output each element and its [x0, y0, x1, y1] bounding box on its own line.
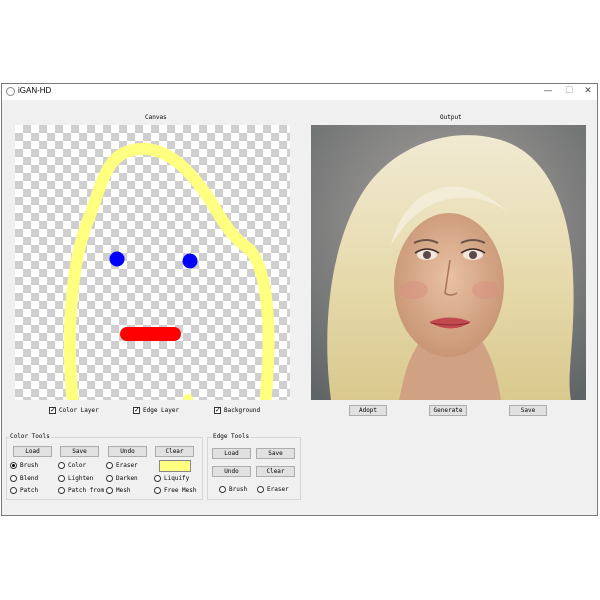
- radio-dot: [58, 487, 65, 494]
- adopt-button[interactable]: Adopt: [349, 405, 387, 416]
- eye-left: [109, 251, 125, 267]
- sketch-layer: [63, 142, 275, 400]
- output-heading: Output: [440, 114, 462, 121]
- color-tools-title: Color Tools: [9, 433, 51, 440]
- app-icon: [6, 87, 15, 96]
- edge-brush-radio[interactable]: Brush: [219, 486, 247, 493]
- free-mesh-label: Free Mesh: [164, 487, 197, 494]
- radio-dot: [10, 475, 17, 482]
- edge-eraser-radio[interactable]: Eraser: [257, 486, 289, 493]
- checkbox-box: ✓: [214, 406, 221, 414]
- lighten-radio[interactable]: Lighten: [58, 475, 93, 482]
- liquify-label: Liquify: [164, 475, 190, 482]
- darken-label: Darken: [116, 475, 138, 482]
- radio-dot: [58, 475, 65, 482]
- checkbox-box: ✓: [133, 406, 140, 414]
- edge-save-button[interactable]: Save: [256, 448, 295, 459]
- edge-undo-button[interactable]: Undo: [212, 466, 251, 477]
- outline-stroke: [63, 142, 275, 400]
- radio-dot: [106, 475, 113, 482]
- radio-dot: [154, 475, 161, 482]
- brush-radio[interactable]: Brush: [10, 462, 38, 469]
- radio-dot: [58, 462, 65, 469]
- radio-dot: [10, 462, 17, 469]
- radio-dot: [106, 487, 113, 494]
- eraser-radio[interactable]: Eraser: [106, 462, 138, 469]
- radio-dot: [219, 486, 226, 493]
- mesh-radio[interactable]: Mesh: [106, 487, 130, 494]
- color-label: Color: [68, 462, 87, 469]
- color-save-button[interactable]: Save: [60, 446, 99, 457]
- mesh-label: Mesh: [116, 487, 131, 494]
- generate-button[interactable]: Generate: [429, 405, 467, 416]
- brush-label: Brush: [20, 462, 39, 469]
- canvas-heading: Canvas: [145, 114, 167, 121]
- blend-label: Blend: [20, 475, 39, 482]
- patch-label: Patch: [20, 487, 39, 494]
- close-icon[interactable]: ✕: [581, 85, 595, 98]
- stray-dot: [183, 394, 193, 400]
- edge-clear-button[interactable]: Clear: [256, 466, 295, 477]
- checkbox-box: ✓: [49, 406, 56, 414]
- background-checkbox[interactable]: ✓ Background: [214, 407, 260, 414]
- patch-radio[interactable]: Patch: [10, 487, 38, 494]
- generated-face: [311, 125, 586, 400]
- free-mesh-radio[interactable]: Free Mesh: [154, 487, 197, 494]
- color-clear-button[interactable]: Clear: [155, 446, 194, 457]
- edge-tools-title: Edge Tools: [212, 433, 251, 440]
- radio-dot: [106, 462, 113, 469]
- radio-dot: [10, 487, 17, 494]
- drawing-canvas[interactable]: [15, 125, 290, 400]
- background-label: Background: [224, 407, 261, 414]
- edge-layer-label: Edge Layer: [143, 407, 180, 414]
- minimize-icon[interactable]: —: [541, 85, 555, 98]
- edge-layer-checkbox[interactable]: ✓ Edge Layer: [133, 407, 179, 414]
- output-save-button[interactable]: Save: [509, 405, 547, 416]
- radio-dot: [154, 487, 161, 494]
- lighten-label: Lighten: [68, 475, 94, 482]
- eraser-label: Eraser: [116, 462, 138, 469]
- blend-radio[interactable]: Blend: [10, 475, 38, 482]
- patch-from-label: Patch from: [68, 487, 105, 494]
- output-image: [311, 125, 586, 400]
- patch-from-radio[interactable]: Patch from: [58, 487, 104, 494]
- liquify-radio[interactable]: Liquify: [154, 475, 189, 482]
- eye-right: [182, 253, 198, 269]
- edge-eraser-label: Eraser: [267, 486, 289, 493]
- color-radio[interactable]: Color: [58, 462, 86, 469]
- color-layer-checkbox[interactable]: ✓ Color Layer: [49, 407, 99, 414]
- title-bar: iGAN-HD — ☐ ✕: [2, 84, 597, 100]
- maximize-icon[interactable]: ☐: [562, 85, 576, 98]
- color-layer-label: Color Layer: [59, 407, 99, 414]
- color-undo-button[interactable]: Undo: [108, 446, 147, 457]
- darken-radio[interactable]: Darken: [106, 475, 138, 482]
- color-load-button[interactable]: Load: [13, 446, 52, 457]
- edge-brush-label: Brush: [229, 486, 248, 493]
- radio-dot: [257, 486, 264, 493]
- window-title: iGAN-HD: [18, 86, 52, 95]
- edge-load-button[interactable]: Load: [212, 448, 251, 459]
- color-swatch[interactable]: [159, 460, 191, 472]
